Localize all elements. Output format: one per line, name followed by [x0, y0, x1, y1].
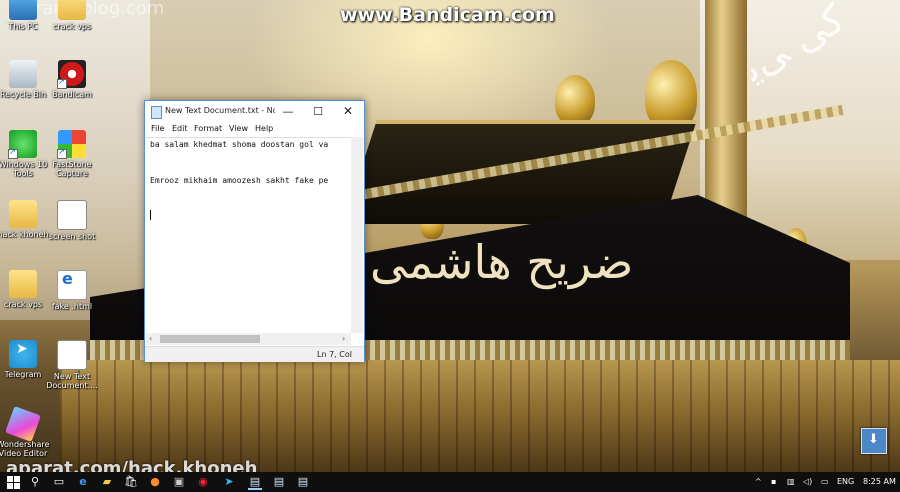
desktop-icon-new-text-document[interactable]: New Text Document....	[42, 340, 102, 390]
windows10-tools-icon	[8, 130, 37, 159]
desktop-icon-label: screen shot	[48, 232, 96, 241]
desktop-icon-label: crack vps	[52, 22, 92, 31]
notepad-title-bar[interactable]: New Text Document.txt - No... — ☐ ✕	[145, 101, 364, 122]
tray-app-icon[interactable]: ▪	[771, 477, 776, 486]
text-editor-area[interactable]: ba salam khedmat shoma doostan gol va Em…	[146, 137, 351, 334]
desktop-icon-label: FastStone Capture	[52, 160, 92, 178]
shortcut-arrow-icon	[57, 147, 67, 159]
tray-chevron-icon[interactable]: ^	[755, 477, 762, 486]
menu-format[interactable]: Format	[194, 124, 222, 133]
text-caret	[150, 210, 151, 220]
desktop-icon-crack-vps[interactable]: crack vps	[42, 0, 102, 31]
document-icon	[57, 200, 87, 230]
windows-logo-icon	[7, 476, 13, 482]
desktop-icon-bandicam[interactable]: Bandicam	[42, 60, 102, 99]
close-button[interactable]: ✕	[333, 101, 363, 122]
notepad-icon[interactable]: ▤	[272, 475, 286, 489]
status-bar: Ln 7, Col	[145, 346, 364, 362]
telegram-icon	[9, 340, 37, 368]
desktop-icon-label: New Text Document....	[46, 372, 98, 390]
wallpaper-calligraphy-band: ﺿﺮﻳﺢ ﻫﺎﺷﻤﻰ	[370, 235, 634, 289]
notepad-icon[interactable]: ▤	[248, 475, 262, 490]
text-document-icon	[57, 340, 87, 370]
desktop-wallpaper: ﮐﯽ ﯽﯾ ﺿﺮﻳﺢ ﻫﺎﺷﻤﻰ	[0, 0, 900, 492]
scroll-right-icon[interactable]: ›	[342, 334, 345, 343]
text-line: Emrooz mikhaim amoozesh sakht fake pe	[150, 176, 329, 185]
desktop-icon-faststone[interactable]: FastStone Capture	[42, 130, 102, 178]
folder-icon	[9, 270, 37, 298]
start-button[interactable]	[6, 475, 20, 489]
scrollbar-thumb[interactable]	[160, 335, 260, 343]
taskbar: ⚲ ▭ e ▰ 🛍 ● ▣ ◉ ➤ ▤ ▤ ▤ ^ ▪ ▥ ◁) ▭ ENG 8…	[0, 472, 900, 492]
maximize-button[interactable]: ☐	[303, 101, 333, 122]
task-view-icon[interactable]: ▭	[52, 475, 66, 489]
telegram-icon[interactable]: ➤	[222, 475, 236, 489]
menu-bar: File Edit Format View Help	[145, 122, 364, 137]
folder-icon	[9, 200, 37, 228]
bandicam-icon[interactable]: ◉	[196, 475, 210, 489]
window-title: New Text Document.txt - No...	[165, 106, 275, 115]
download-icon[interactable]	[861, 428, 887, 454]
edge-icon[interactable]: e	[76, 475, 90, 489]
recycle-bin-icon	[9, 60, 37, 88]
menu-edit[interactable]: Edit	[172, 124, 188, 133]
language-indicator[interactable]: ENG	[837, 477, 854, 486]
desktop-icon-label: Wondershare Video Editor	[0, 440, 50, 458]
faststone-capture-icon	[57, 130, 86, 159]
vertical-scrollbar[interactable]	[351, 137, 363, 333]
scroll-left-icon[interactable]: ‹	[149, 334, 152, 343]
notepad-icon	[151, 106, 162, 119]
shortcut-arrow-icon	[57, 77, 67, 89]
wallpaper-urn	[555, 75, 595, 125]
desktop-icon-label: Bandicam	[52, 90, 92, 99]
menu-file[interactable]: File	[151, 124, 164, 133]
desktop-icon-wondershare[interactable]: Wondershare Video Editor	[0, 406, 53, 458]
desktop-icon-screen-shot[interactable]: screen shot	[42, 200, 102, 241]
network-icon[interactable]: ▥	[787, 477, 795, 486]
notepad-icon[interactable]: ▤	[296, 475, 310, 489]
desktop-icon-fake-html[interactable]: fake .html	[42, 270, 102, 311]
bandicam-watermark: www.Bandicam.com	[340, 4, 555, 26]
menu-help[interactable]: Help	[255, 124, 273, 133]
bandicam-icon	[57, 60, 86, 89]
firefox-icon[interactable]: ●	[148, 475, 162, 489]
volume-icon[interactable]: ◁)	[803, 477, 812, 486]
clock[interactable]: 8:25 AM	[863, 477, 896, 486]
folder-icon	[58, 0, 86, 20]
menu-view[interactable]: View	[229, 124, 248, 133]
edge-html-icon	[57, 270, 87, 300]
store-icon[interactable]: 🛍	[124, 475, 138, 489]
text-line: ba salam khedmat shoma doostan gol va	[150, 140, 329, 149]
file-explorer-icon[interactable]: ▰	[100, 475, 114, 489]
shortcut-arrow-icon	[8, 147, 18, 159]
wondershare-icon	[5, 406, 41, 442]
notepad-window[interactable]: New Text Document.txt - No... — ☐ ✕ File…	[144, 100, 365, 362]
cmd-icon[interactable]: ▣	[172, 475, 186, 489]
horizontal-scrollbar[interactable]: ‹ ›	[146, 333, 351, 345]
search-icon[interactable]: ⚲	[28, 475, 42, 489]
minimize-button[interactable]: —	[273, 101, 303, 122]
computer-icon	[9, 0, 37, 20]
desktop-icon-label: fake .html	[51, 302, 93, 311]
notification-icon[interactable]: ▭	[821, 477, 829, 486]
cursor-position: Ln 7, Col	[317, 350, 352, 359]
